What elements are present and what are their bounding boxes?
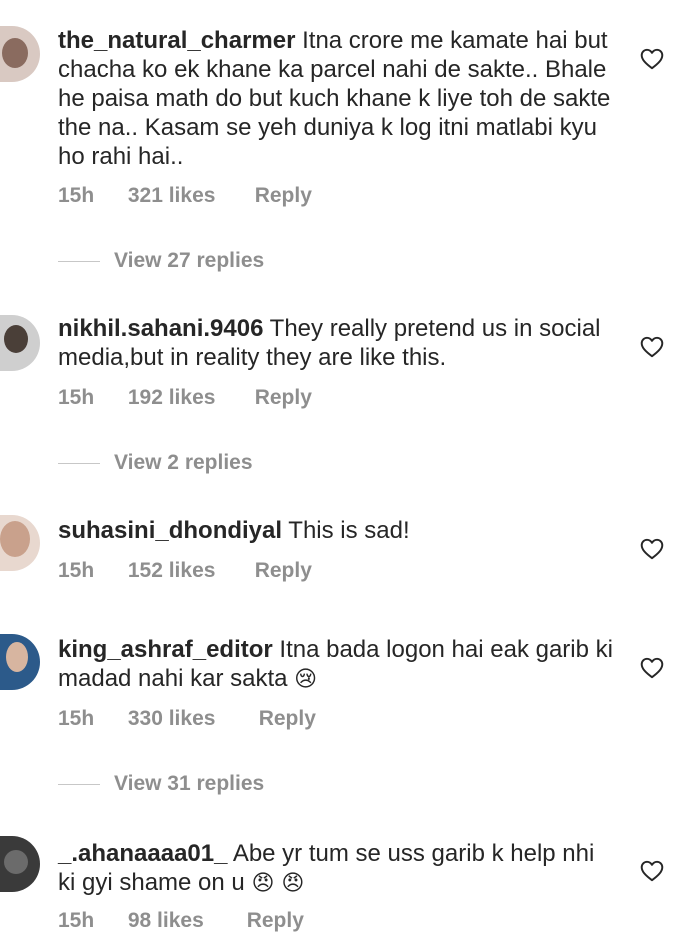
comment-meta: 15h 152 likes Reply	[58, 559, 312, 583]
reply-button[interactable]: Reply	[247, 909, 304, 933]
avatar[interactable]	[0, 634, 40, 690]
comment-username[interactable]: the_natural_charmer	[58, 27, 295, 54]
comment-time: 15h	[58, 184, 95, 207]
avatar[interactable]	[0, 26, 40, 82]
comment-likes[interactable]: 330 likes	[128, 707, 253, 731]
avatar[interactable]	[0, 515, 40, 571]
crying-face-emoji: 😢	[294, 667, 318, 692]
comment-time: 15h	[58, 707, 95, 730]
avatar[interactable]	[0, 315, 40, 371]
comment-likes[interactable]: 98 likes	[128, 909, 241, 933]
comment-username[interactable]: nikhil.sahani.9406	[58, 315, 263, 342]
comment-time: 15h	[58, 909, 95, 932]
comment-likes[interactable]: 152 likes	[128, 559, 249, 583]
replies-divider	[58, 260, 100, 262]
comment-meta: 15h 321 likes Reply	[58, 184, 312, 208]
comment-body: This is sad!	[282, 517, 410, 544]
reply-button[interactable]: Reply	[259, 707, 316, 731]
replies-divider	[58, 783, 100, 785]
angry-face-emoji: 😠 😠	[251, 871, 305, 896]
reply-button[interactable]: Reply	[255, 386, 312, 410]
view-replies-button[interactable]: View 2 replies	[58, 451, 253, 475]
view-replies-button[interactable]: View 31 replies	[58, 772, 264, 796]
heart-icon[interactable]	[638, 536, 666, 562]
heart-icon[interactable]	[638, 858, 666, 884]
comment-username[interactable]: _.ahanaaaa01_	[58, 840, 227, 867]
reply-button[interactable]: Reply	[255, 184, 312, 208]
comment-text: nikhil.sahani.9406 They really pretend u…	[58, 314, 618, 372]
comment-text: suhasini_dhondiyal This is sad!	[58, 516, 618, 545]
comment-username[interactable]: king_ashraf_editor	[58, 636, 273, 663]
avatar[interactable]	[0, 836, 40, 892]
view-replies-label[interactable]: View 31 replies	[114, 772, 264, 795]
comment-meta: 15h 98 likes Reply	[58, 909, 304, 933]
comment-likes[interactable]: 192 likes	[128, 386, 249, 410]
view-replies-label[interactable]: View 27 replies	[114, 249, 264, 272]
comment-time: 15h	[58, 386, 95, 409]
comment-likes[interactable]: 321 likes	[128, 184, 249, 208]
heart-icon[interactable]	[638, 334, 666, 360]
comment-text: the_natural_charmer Itna crore me kamate…	[58, 26, 618, 171]
comment-meta: 15h 330 likes Reply	[58, 707, 316, 731]
comment-time: 15h	[58, 559, 95, 582]
heart-icon[interactable]	[638, 655, 666, 681]
view-replies-label[interactable]: View 2 replies	[114, 451, 253, 474]
comment-text: king_ashraf_editor Itna bada logon hai e…	[58, 635, 618, 694]
comment-username[interactable]: suhasini_dhondiyal	[58, 517, 282, 544]
reply-button[interactable]: Reply	[255, 559, 312, 583]
comment-meta: 15h 192 likes Reply	[58, 386, 312, 410]
comments-list: the_natural_charmer Itna crore me kamate…	[0, 0, 684, 942]
view-replies-button[interactable]: View 27 replies	[58, 249, 264, 273]
heart-icon[interactable]	[638, 46, 666, 72]
comment-text: _.ahanaaaa01_ Abe yr tum se uss garib k …	[58, 839, 618, 898]
replies-divider	[58, 462, 100, 464]
